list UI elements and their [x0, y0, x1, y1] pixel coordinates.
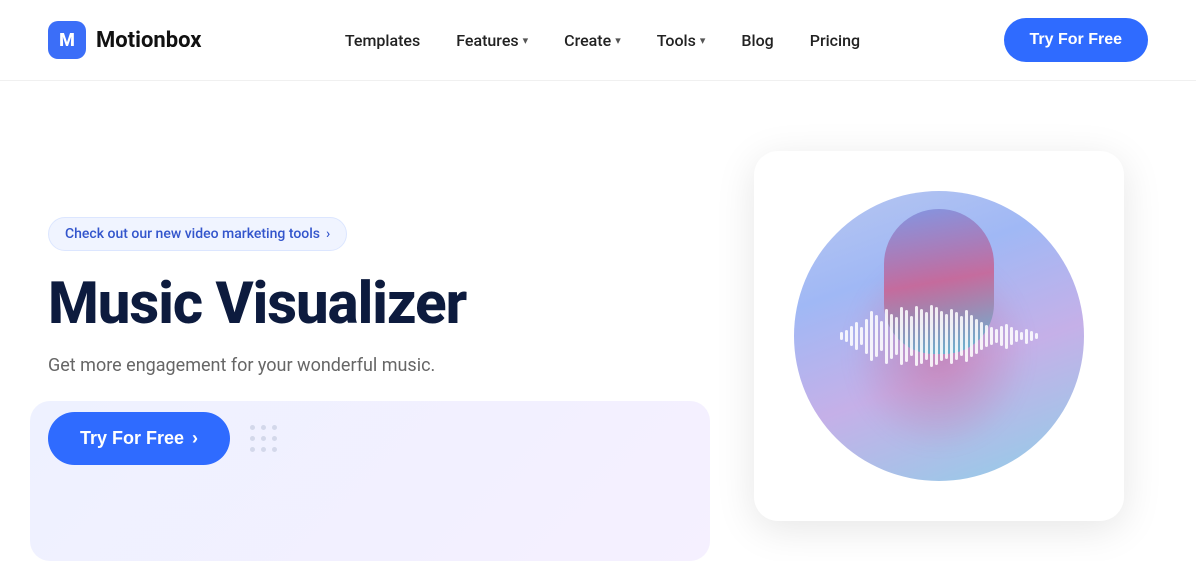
nav-item-blog[interactable]: Blog — [741, 31, 773, 50]
logo[interactable]: M Motionbox — [48, 21, 201, 59]
hero-section: Check out our new video marketing tools … — [0, 81, 1196, 561]
hero-subtitle: Get more engagement for your wonderful m… — [48, 355, 686, 376]
navbar: M Motionbox Templates Features ▾ Create … — [0, 0, 1196, 81]
hero-right-visual — [730, 151, 1148, 521]
nav-link-pricing[interactable]: Pricing — [810, 31, 860, 50]
nav-item-pricing[interactable]: Pricing — [810, 31, 860, 50]
chevron-down-icon: ▾ — [615, 34, 621, 47]
nav-item-features[interactable]: Features ▾ — [456, 31, 528, 50]
waveform-overlay — [794, 306, 1084, 366]
nav-link-tools[interactable]: Tools ▾ — [657, 31, 706, 50]
hero-badge-text: Check out our new video marketing tools — [65, 226, 320, 242]
nav-item-create[interactable]: Create ▾ — [564, 31, 621, 50]
chevron-down-icon: ▾ — [523, 34, 529, 47]
logo-text: Motionbox — [96, 28, 201, 53]
arrow-right-icon: › — [192, 428, 198, 449]
hero-cta-area: Try For Free › — [48, 412, 686, 465]
hero-cta-button[interactable]: Try For Free › — [48, 412, 230, 465]
hero-badge[interactable]: Check out our new video marketing tools … — [48, 217, 347, 251]
chevron-right-icon: › — [326, 226, 330, 242]
nav-links: Templates Features ▾ Create ▾ Tools ▾ Bl… — [345, 31, 860, 50]
hero-title: Music Visualizer — [48, 273, 686, 336]
circle-portrait — [794, 191, 1084, 481]
nav-link-templates[interactable]: Templates — [345, 31, 420, 50]
nav-cta-button[interactable]: Try For Free — [1004, 18, 1148, 62]
nav-link-create[interactable]: Create ▾ — [564, 31, 621, 50]
dots-decoration — [250, 425, 277, 452]
nav-link-features[interactable]: Features ▾ — [456, 31, 528, 50]
logo-icon: M — [48, 21, 86, 59]
nav-link-blog[interactable]: Blog — [741, 31, 773, 50]
chevron-down-icon: ▾ — [700, 34, 706, 47]
visual-card — [754, 151, 1124, 521]
nav-item-tools[interactable]: Tools ▾ — [657, 31, 706, 50]
nav-item-templates[interactable]: Templates — [345, 31, 420, 50]
hero-left-content: Check out our new video marketing tools … — [48, 207, 686, 466]
